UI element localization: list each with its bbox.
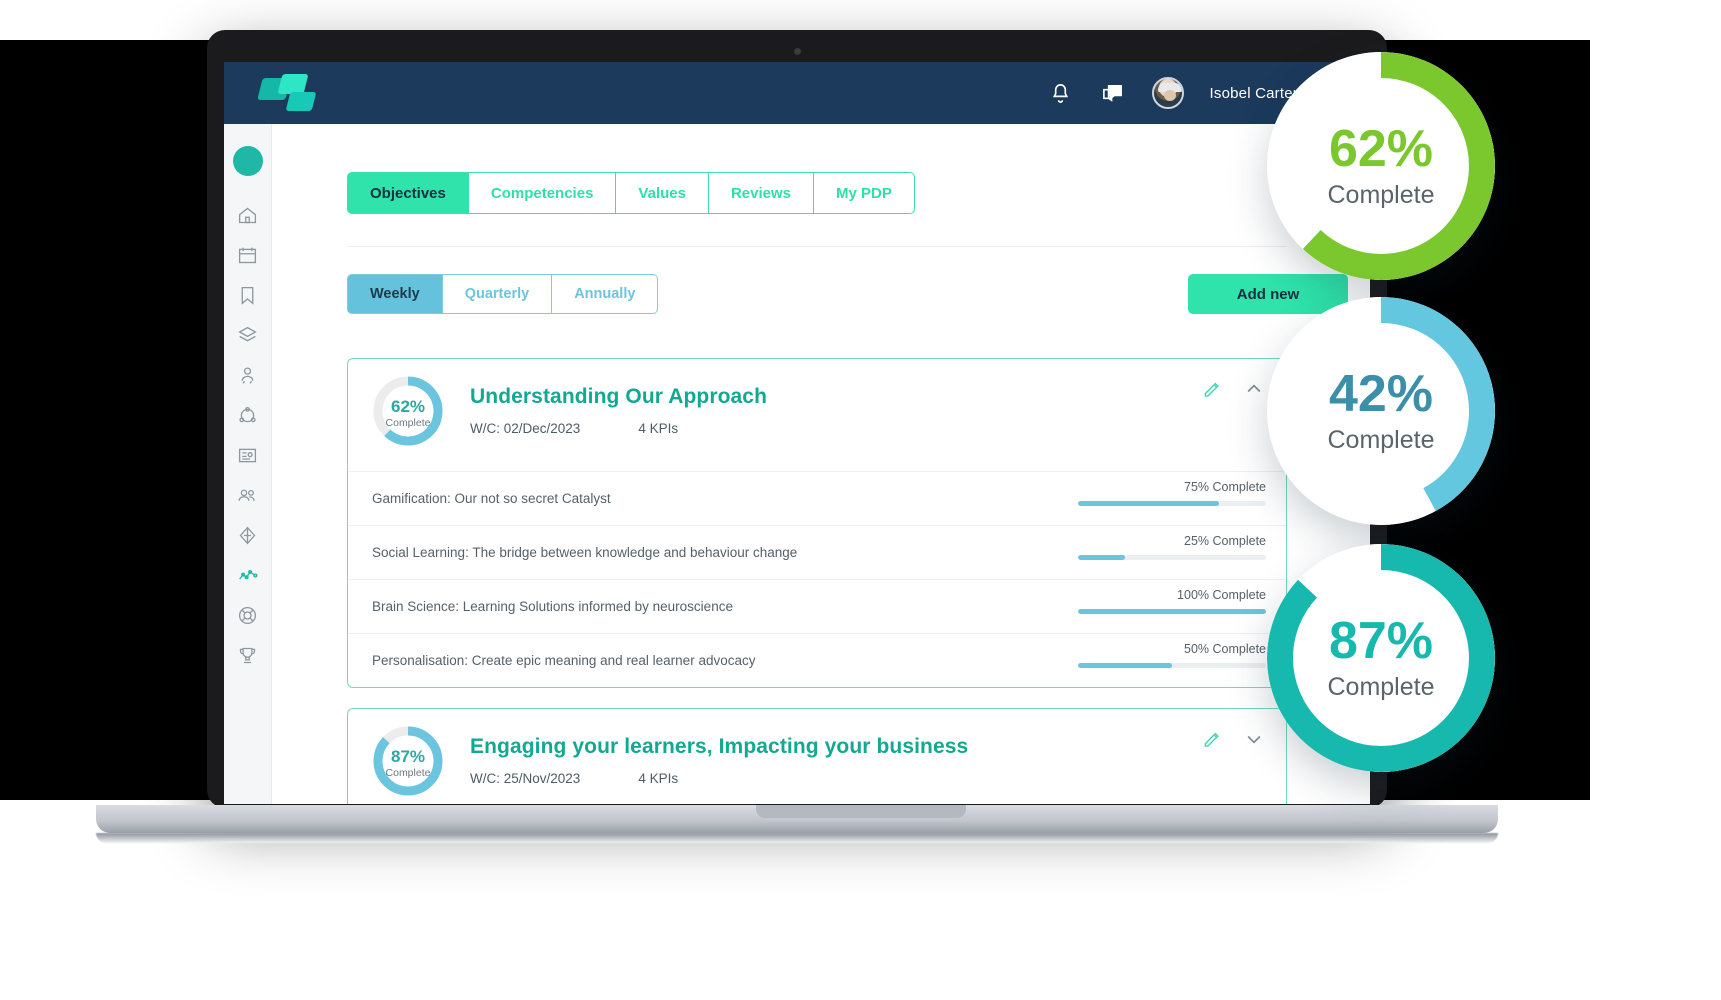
chevron-down-icon[interactable] (1244, 729, 1266, 751)
kpi-name: Personalisation: Create epic meaning and… (372, 653, 756, 668)
callout-percent: 42% (1328, 364, 1434, 423)
kpi-percent-label: 100% Complete (1177, 588, 1266, 602)
kpi-progress-fill (1078, 663, 1172, 668)
callout-donut: 42% Complete (1267, 297, 1495, 525)
kpi-progress-track (1078, 663, 1266, 668)
sidebar-item-diamond[interactable] (235, 522, 261, 548)
sidebar-item-user-rating[interactable] (235, 362, 261, 388)
sidebar-item-id-card[interactable] (235, 442, 261, 468)
laptop-notch (755, 805, 966, 818)
kpi-percent-label: 50% Complete (1184, 642, 1266, 656)
chat-icon[interactable] (1100, 80, 1126, 106)
kpi-progress: 25% Complete (1078, 534, 1266, 560)
objective-title: Understanding Our Approach (470, 385, 767, 408)
objective-header: 62% Complete Understanding Our Approach … (348, 359, 1286, 471)
objective-meta: W/C: 25/Nov/2023 4 KPIs (470, 771, 678, 786)
kpi-name: Gamification: Our not so secret Catalyst (372, 491, 611, 506)
pencil-icon[interactable] (1202, 729, 1224, 751)
objective-donut: 87% Complete (370, 723, 446, 799)
kpi-progress-track (1078, 501, 1266, 506)
laptop-foot (96, 833, 1498, 843)
tab-reviews[interactable]: Reviews (708, 172, 815, 214)
kpi-row[interactable]: Personalisation: Create epic meaning and… (348, 633, 1286, 687)
objective-week: W/C: 02/Dec/2023 (470, 421, 581, 436)
avatar[interactable] (1151, 77, 1184, 109)
objective-header: 87% Complete Engaging your learners, Imp… (348, 709, 1286, 804)
objective-kpi-count: 4 KPIs (638, 421, 679, 436)
objective-week: W/C: 25/Nov/2023 (470, 771, 581, 786)
objective-progress-value: 87% (390, 747, 426, 766)
objective-progress-label: Complete (385, 767, 431, 779)
backdrop-left (0, 40, 230, 800)
kpi-name: Brain Science: Learning Solutions inform… (372, 599, 733, 614)
kpi-name: Social Learning: The bridge between know… (372, 545, 798, 560)
kpi-percent-label: 75% Complete (1184, 480, 1266, 494)
pencil-icon[interactable] (1202, 379, 1224, 401)
screenshot-stage: Isobel Carter Objectives Competencies Va… (0, 0, 1721, 1000)
webcam (793, 48, 801, 55)
chevron-up-icon[interactable] (1244, 379, 1266, 401)
callout-label: Complete (1327, 180, 1435, 209)
sidebar-item-trophy[interactable] (235, 642, 261, 668)
callout-label: Complete (1327, 425, 1435, 454)
app-screen: Isobel Carter Objectives Competencies Va… (224, 62, 1370, 804)
kpi-progress: 100% Complete (1078, 588, 1266, 614)
main-content: Objectives Competencies Values Reviews My PD… (272, 124, 1370, 804)
tab-values[interactable]: Values (616, 172, 709, 214)
add-new-button[interactable]: Add new (1188, 274, 1348, 314)
kpi-progress-track (1078, 609, 1266, 614)
callout-percent: 62% (1328, 119, 1434, 178)
kpi-row[interactable]: Gamification: Our not so secret Catalyst… (348, 471, 1286, 525)
period-filters: Weekly Quarterly Annually (347, 274, 659, 314)
kpi-progress-track (1078, 555, 1266, 560)
tab-my-pdp[interactable]: My PDP (814, 172, 915, 214)
objective-meta: W/C: 02/Dec/2023 4 KPIs (470, 421, 678, 436)
app-header: Isobel Carter (224, 62, 1370, 124)
sidebar-item-graph[interactable] (235, 562, 261, 588)
objective-progress-value: 62% (390, 397, 426, 416)
sidebar-avatar-dot[interactable] (232, 146, 263, 176)
bell-icon[interactable] (1048, 80, 1074, 106)
kpi-progress-fill (1078, 501, 1219, 506)
laptop-frame: Isobel Carter Objectives Competencies Va… (207, 30, 1387, 808)
header-divider (347, 246, 1287, 247)
kpi-progress-fill (1078, 555, 1125, 560)
kpi-progress: 75% Complete (1078, 480, 1266, 506)
objective-card[interactable]: 87% Complete Engaging your learners, Imp… (347, 708, 1287, 804)
callout-donut: 62% Complete (1267, 52, 1495, 280)
filter-quarterly[interactable]: Quarterly (442, 274, 553, 314)
sidebar-item-people[interactable] (235, 482, 261, 508)
sidebar-item-home[interactable] (235, 202, 261, 228)
objective-kpi-count: 4 KPIs (638, 771, 679, 786)
sidebar-item-layers[interactable] (235, 322, 261, 348)
kpi-row[interactable]: Brain Science: Learning Solutions inform… (348, 579, 1286, 633)
sidebar-item-network[interactable] (235, 402, 261, 428)
tab-objectives[interactable]: Objectives (347, 172, 469, 214)
sidebar-item-bookmark[interactable] (235, 282, 261, 308)
tab-competencies[interactable]: Competencies (468, 172, 617, 214)
primary-tabs: Objectives Competencies Values Reviews My PD… (347, 172, 915, 214)
filter-weekly[interactable]: Weekly (347, 274, 443, 314)
filter-annually[interactable]: Annually (552, 274, 659, 314)
callout-donut: 87% Complete (1267, 544, 1495, 772)
kpi-list: Gamification: Our not so secret Catalyst… (348, 471, 1286, 687)
objective-card[interactable]: 62% Complete Understanding Our Approach … (347, 358, 1287, 688)
kpi-progress: 50% Complete (1078, 642, 1266, 668)
objective-title: Engaging your learners, Impacting your b… (470, 735, 969, 758)
sidebar-item-calendar[interactable] (235, 242, 261, 268)
sidebar-item-lifebuoy[interactable] (235, 602, 261, 628)
objective-donut: 62% Complete (370, 373, 446, 449)
kpi-progress-fill (1078, 609, 1266, 614)
sidebar (224, 124, 272, 804)
kpi-row[interactable]: Social Learning: The bridge between know… (348, 525, 1286, 579)
callout-label: Complete (1327, 672, 1435, 701)
kpi-percent-label: 25% Complete (1184, 534, 1266, 548)
objective-progress-label: Complete (385, 417, 431, 429)
callout-percent: 87% (1328, 611, 1434, 670)
logo-mark[interactable] (256, 72, 336, 114)
user-name: Isobel Carter (1209, 84, 1298, 102)
